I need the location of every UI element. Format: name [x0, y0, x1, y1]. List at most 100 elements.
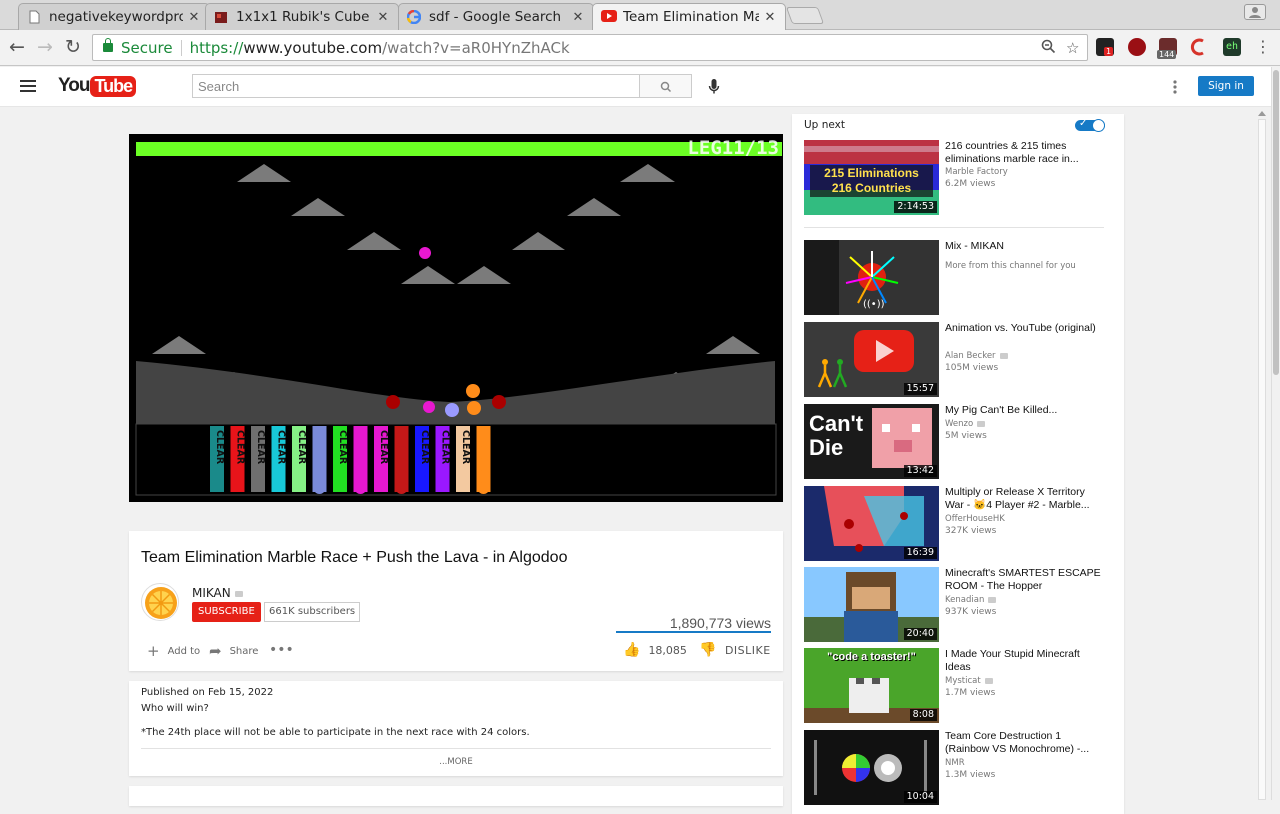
close-tab-icon[interactable]: ✕: [376, 10, 390, 25]
close-tab-icon[interactable]: ✕: [763, 10, 777, 25]
suggested-video[interactable]: 215 Eliminations 216 Countries 2:14:53 2…: [804, 140, 1104, 220]
video-thumbnail[interactable]: 20:40: [804, 567, 939, 642]
hamburger-menu-icon[interactable]: [20, 80, 36, 92]
sign-in-button[interactable]: Sign in: [1198, 76, 1254, 96]
video-thumbnail[interactable]: 15:57: [804, 322, 939, 397]
add-to-button[interactable]: + Add to: [147, 642, 200, 660]
up-next-label: Up next: [804, 119, 845, 131]
subscriber-count: 661K subscribers: [264, 602, 361, 622]
subscribe-button[interactable]: SUBSCRIBE: [192, 602, 261, 622]
close-tab-icon[interactable]: ✕: [571, 10, 585, 25]
description-card: Published on Feb 15, 2022 Who will win? …: [129, 681, 783, 776]
close-tab-icon[interactable]: ✕: [187, 10, 201, 25]
suggested-video[interactable]: 20:40 Minecraft's SMARTEST ESCAPE ROOM -…: [804, 567, 1104, 643]
suggested-video[interactable]: Can't Die 13:42 My Pig Can't Be Killed...…: [804, 404, 1104, 480]
autoplay-toggle[interactable]: ✓: [1075, 118, 1105, 132]
browser-tab[interactable]: negativekeywordpro ✕: [18, 3, 210, 30]
view-count: 5M views: [945, 431, 987, 441]
new-tab-button[interactable]: [785, 7, 825, 24]
mix-radio-icon: ((•)): [863, 299, 885, 310]
youtube-logo[interactable]: You Tube: [58, 75, 137, 97]
channel-avatar[interactable]: [141, 583, 179, 621]
marble: [313, 470, 326, 482]
channel-name[interactable]: Kenadian: [945, 595, 997, 605]
thumbnail-text: 216 Countries: [831, 181, 912, 195]
duration-badge: 10:04: [903, 791, 937, 803]
profile-icon[interactable]: [1244, 4, 1266, 20]
browser-tab[interactable]: 1x1x1 Rubik's Cube ✕: [205, 3, 399, 30]
address-bar[interactable]: Secure https://www.youtube.com/watch?v=a…: [92, 34, 1088, 61]
channel-name[interactable]: OfferHouseHK: [945, 514, 1005, 524]
like-ratio-bar: [616, 631, 771, 633]
suggested-mix[interactable]: ((•)) Mix - MIKAN More from this channel…: [804, 240, 1104, 316]
video-title-link[interactable]: My Pig Can't Be Killed...: [945, 404, 1105, 417]
video-thumbnail[interactable]: 10:04: [804, 730, 939, 805]
search-input[interactable]: Search: [192, 74, 640, 98]
video-thumbnail[interactable]: 16:39: [804, 486, 939, 561]
video-title-link[interactable]: Team Core Destruction 1 (Rainbow VS Mono…: [945, 730, 1105, 756]
dislike-button[interactable]: 👎 DISLIKE: [699, 642, 771, 658]
marble: [477, 446, 490, 458]
verified-icon: [988, 596, 997, 603]
zoom-icon[interactable]: [1041, 39, 1056, 58]
video-title-link[interactable]: Mix - MIKAN: [945, 240, 1105, 253]
share-button[interactable]: ➦ Share: [209, 642, 258, 660]
video-title-link[interactable]: Minecraft's SMARTEST ESCAPE ROOM - The H…: [945, 567, 1105, 593]
video-thumbnail[interactable]: "code a toaster!" 8:08: [804, 648, 939, 723]
extension-red-arc-icon[interactable]: [1190, 38, 1208, 56]
search-icon: [660, 81, 672, 93]
back-arrow-icon[interactable]: ←: [6, 36, 28, 58]
browser-tab[interactable]: sdf - Google Search ✕: [398, 3, 594, 30]
video-thumbnail[interactable]: Can't Die 13:42: [804, 404, 939, 479]
chrome-menu-icon[interactable]: ⋮: [1252, 36, 1274, 58]
tube-label: CLEAR: [235, 430, 246, 465]
extension-eh-icon[interactable]: eh: [1223, 38, 1241, 56]
more-actions-button[interactable]: •••: [269, 642, 302, 658]
thumbnail-text: "code a toaster!": [827, 651, 916, 663]
view-count: 105M views: [945, 363, 999, 373]
video-title-link[interactable]: 216 countries & 215 times eliminations m…: [945, 140, 1105, 166]
verified-icon: [977, 420, 986, 427]
video-thumbnail[interactable]: 215 Eliminations 216 Countries 2:14:53: [804, 140, 939, 215]
suggested-video[interactable]: 10:04 Team Core Destruction 1 (Rainbow V…: [804, 730, 1104, 806]
extension-red-circle-icon[interactable]: [1128, 38, 1146, 56]
suggested-video[interactable]: "code a toaster!" 8:08 I Made Your Stupi…: [804, 648, 1104, 724]
channel-name[interactable]: Marble Factory: [945, 167, 1008, 177]
duration-badge: 8:08: [909, 709, 937, 721]
extension-calendar-icon[interactable]: 144: [1157, 38, 1177, 59]
channel-name[interactable]: Mysticat: [945, 676, 993, 686]
reload-icon[interactable]: ↻: [62, 36, 84, 58]
marble: [395, 458, 408, 470]
bookmark-star-icon[interactable]: ☆: [1066, 39, 1079, 57]
ellipsis-icon: •••: [269, 642, 294, 658]
tab-title: negativekeywordpro: [49, 9, 183, 25]
duration-badge: 15:57: [903, 383, 937, 395]
channel-name[interactable]: Wenzo: [945, 419, 986, 429]
view-count: 1.7M views: [945, 688, 996, 698]
tube-label: CLEAR: [255, 430, 266, 465]
search-button[interactable]: [639, 74, 692, 98]
browser-tab-active[interactable]: Team Elimination Ma ✕: [592, 3, 786, 30]
forward-arrow-icon[interactable]: →: [34, 36, 56, 58]
microphone-icon[interactable]: [708, 79, 720, 95]
video-title-link[interactable]: Animation vs. YouTube (original): [945, 322, 1105, 335]
channel-name[interactable]: NMR: [945, 758, 965, 768]
suggested-video[interactable]: 16:39 Multiply or Release X Territory Wa…: [804, 486, 1104, 562]
like-button[interactable]: 👍 18,085: [623, 642, 687, 658]
suggested-video[interactable]: 15:57 Animation vs. YouTube (original) A…: [804, 322, 1104, 398]
share-arrow-icon: ➦: [209, 642, 222, 660]
window-scrollbar[interactable]: [1271, 67, 1280, 800]
page-scrollbar[interactable]: [1257, 107, 1267, 800]
tab-title: 1x1x1 Rubik's Cube: [236, 9, 370, 25]
video-player[interactable]: LEG11/13 CLEAR CLEAR CLEAR CLEAR CLEAR CLEAR C…: [129, 134, 783, 502]
video-thumbnail[interactable]: ((•)): [804, 240, 939, 315]
marble: [477, 482, 490, 494]
show-more-button[interactable]: ...MORE: [129, 757, 783, 767]
video-title-link[interactable]: Multiply or Release X Territory War - 🐱4…: [945, 486, 1105, 512]
video-title-link[interactable]: I Made Your Stupid Minecraft Ideas: [945, 648, 1105, 674]
more-options-icon[interactable]: [1173, 80, 1177, 94]
url-text[interactable]: https://www.youtube.com/watch?v=aR0HYnZh…: [190, 39, 570, 57]
extension-badge-icon[interactable]: 1: [1096, 38, 1114, 56]
channel-name[interactable]: Alan Becker: [945, 351, 1008, 361]
channel-name[interactable]: MIKAN: [192, 586, 243, 600]
